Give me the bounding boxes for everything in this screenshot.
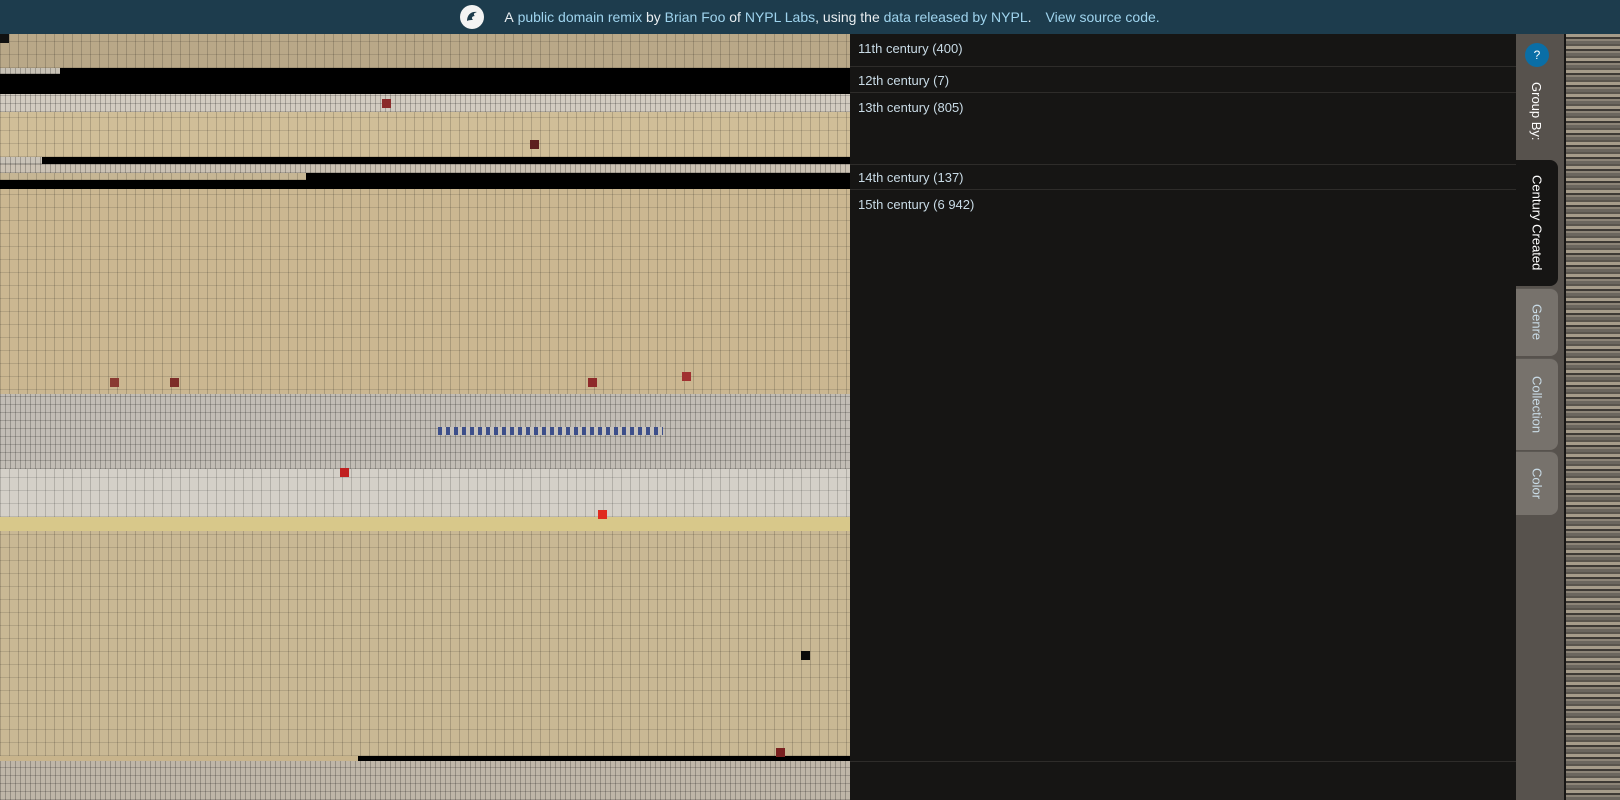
group-band-13th-body[interactable] [0, 112, 850, 157]
group-band-next[interactable] [0, 761, 850, 800]
tab-color[interactable]: Color [1516, 451, 1558, 515]
data-released-link[interactable]: data released by NYPL [884, 9, 1028, 25]
scroll-preview-strip[interactable] [1566, 34, 1620, 800]
accent-tile [776, 748, 785, 757]
group-row-13th[interactable]: 13th century (805) [850, 92, 1516, 164]
nypl-labs-link[interactable]: NYPL Labs [745, 9, 815, 25]
help-button[interactable]: ? [1525, 43, 1549, 67]
group-row-12th[interactable]: 12th century (7) [850, 66, 1516, 92]
public-domain-remix-link[interactable]: public domain remix [518, 9, 643, 25]
accent-tile [170, 378, 179, 387]
accent-tile [682, 372, 691, 381]
group-band-14th[interactable] [0, 164, 850, 173]
group-row-next[interactable] [850, 761, 1516, 800]
group-by-label: Group By: [1529, 82, 1544, 141]
group-band-13th-tail[interactable] [0, 157, 42, 164]
by-text: by [645, 9, 661, 25]
accent-tile [382, 99, 391, 108]
group-band-15th-yellow[interactable] [0, 517, 850, 531]
accent-tile [588, 378, 597, 387]
thumbnail-mosaic[interactable] [0, 34, 850, 800]
group-gap [0, 180, 850, 189]
group-band-13th[interactable] [0, 94, 850, 112]
group-label: 11th century (400) [858, 41, 963, 56]
period-text: . [1027, 9, 1032, 25]
accent-tile [598, 510, 607, 519]
tab-label: Collection [1529, 375, 1545, 434]
tab-label: Color [1529, 467, 1545, 500]
group-band-14th-tail[interactable] [0, 173, 306, 180]
tab-genre[interactable]: Genre [1516, 288, 1558, 356]
group-label: 15th century (6 942) [858, 197, 975, 212]
group-row-11th[interactable]: 11th century (400) [850, 34, 1516, 66]
group-row-15th[interactable]: 15th century (6 942) [850, 189, 1516, 761]
group-label: 14th century (137) [858, 170, 964, 185]
tab-century-created[interactable]: Century Created [1516, 160, 1558, 286]
group-band-15th-grey[interactable] [0, 394, 850, 469]
group-label: 13th century (805) [858, 100, 964, 115]
blue-tiles-row [438, 427, 663, 435]
group-list: 11th century (400) 12th century (7) 13th… [850, 34, 1516, 800]
group-row-14th[interactable]: 14th century (137) [850, 164, 1516, 189]
nypl-lion-icon[interactable] [460, 5, 485, 29]
view-source-link[interactable]: View source code. [1046, 9, 1160, 25]
accent-tile [801, 651, 810, 660]
using-text: , using the [815, 9, 880, 25]
tab-collection[interactable]: Collection [1516, 358, 1558, 450]
group-gap [42, 157, 850, 164]
group-band-15th-lower[interactable] [0, 531, 850, 756]
group-gap [306, 173, 850, 180]
tab-label: Century Created [1529, 175, 1545, 271]
accent-tile [0, 34, 9, 43]
tab-label: Genre [1529, 304, 1545, 341]
group-band-15th-light[interactable] [0, 469, 850, 517]
accent-tile [530, 140, 539, 149]
attribution-bar: A public domain remix by Brian Foo of NY… [0, 0, 1620, 34]
prefix-text: A [504, 9, 514, 25]
accent-tile [340, 468, 349, 477]
group-label: 12th century (7) [858, 73, 950, 88]
group-band-15th[interactable] [0, 189, 850, 429]
accent-tile [110, 378, 119, 387]
group-band-11th[interactable] [0, 34, 850, 68]
brian-foo-link[interactable]: Brian Foo [665, 9, 726, 25]
of-text: of [729, 9, 741, 25]
